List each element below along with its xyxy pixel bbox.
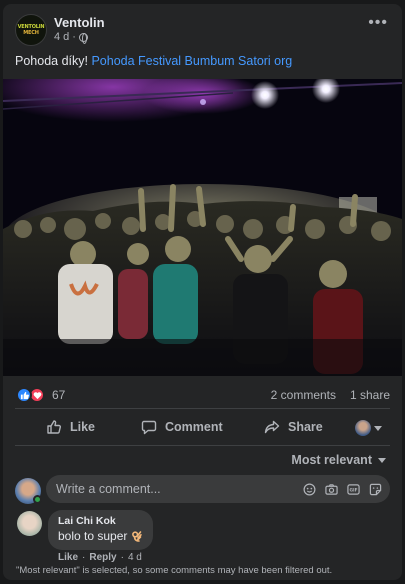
composer-icons: GIF bbox=[302, 482, 382, 496]
tagged-pages-link[interactable]: Pohoda Festival Bumbum Satori org bbox=[91, 54, 292, 68]
divider bbox=[15, 445, 390, 446]
like-label: Like bbox=[70, 420, 96, 434]
gif-icon[interactable]: GIF bbox=[346, 482, 360, 496]
chevron-down-icon bbox=[378, 457, 386, 463]
audience-selector[interactable] bbox=[355, 420, 382, 436]
share-icon bbox=[264, 420, 280, 434]
post-actions: Like Comment Share bbox=[3, 414, 402, 444]
post-card: VENTOLIN MECH Ventolin 4 d · ••• Pohoda … bbox=[3, 4, 402, 580]
concert-crowd-photo bbox=[3, 79, 402, 376]
ok-hand-emoji-icon bbox=[132, 531, 143, 542]
meta-separator: · bbox=[72, 31, 76, 43]
reaction-count[interactable]: 67 bbox=[52, 388, 65, 402]
post-header: VENTOLIN MECH Ventolin 4 d · ••• bbox=[3, 4, 402, 49]
comment-composer: GIF bbox=[46, 475, 390, 503]
comment-button[interactable]: Comment bbox=[141, 419, 223, 435]
shares-count[interactable]: 1 share bbox=[350, 388, 390, 402]
globe-icon bbox=[78, 32, 88, 44]
post-photo[interactable] bbox=[3, 79, 402, 376]
comment-text: bolo to super bbox=[58, 529, 143, 543]
comment-separator: · bbox=[120, 552, 124, 563]
sticker-icon[interactable] bbox=[368, 482, 382, 496]
post-message: Pohoda díky! bbox=[15, 54, 88, 68]
camera-icon[interactable] bbox=[324, 482, 338, 496]
post-time[interactable]: 4 d bbox=[54, 31, 69, 43]
comment-actions: Like · Reply · 4 d bbox=[58, 552, 142, 563]
more-horizontal-icon[interactable]: ••• bbox=[368, 15, 388, 31]
comment-label: Comment bbox=[165, 420, 223, 434]
comment-message: bolo to super bbox=[58, 529, 128, 543]
like-reaction-icon bbox=[16, 387, 32, 403]
emoji-icon[interactable] bbox=[302, 482, 316, 496]
reaction-icons[interactable] bbox=[16, 387, 46, 403]
comments-count[interactable]: 2 comments bbox=[271, 388, 336, 402]
comment-sort-label: Most relevant bbox=[291, 453, 372, 467]
post-meta: 4 d · bbox=[54, 31, 88, 44]
comment-like-button[interactable]: Like bbox=[58, 552, 78, 563]
chevron-down-icon bbox=[374, 425, 382, 431]
post-text: Pohoda díky! Pohoda Festival Bumbum Sato… bbox=[15, 54, 292, 68]
avatar-text-line2: MECH bbox=[23, 30, 39, 36]
comment-reply-button[interactable]: Reply bbox=[89, 552, 116, 563]
svg-text:GIF: GIF bbox=[349, 487, 357, 493]
page-avatar[interactable]: VENTOLIN MECH bbox=[15, 14, 47, 46]
divider bbox=[15, 408, 390, 409]
avatar bbox=[355, 420, 371, 436]
comment-author[interactable]: Lai Chi Kok bbox=[58, 515, 143, 527]
post-author[interactable]: Ventolin bbox=[54, 15, 105, 30]
like-button[interactable]: Like bbox=[46, 419, 95, 435]
comment-separator: · bbox=[82, 552, 86, 563]
reactions-bar: 67 2 comments 1 share bbox=[3, 384, 402, 406]
comment-time[interactable]: 4 d bbox=[128, 552, 142, 563]
comment-bubble: Lai Chi Kok bolo to super bbox=[48, 510, 154, 550]
avatar[interactable] bbox=[17, 511, 42, 536]
share-button[interactable]: Share bbox=[264, 419, 323, 435]
online-status-icon bbox=[33, 495, 42, 504]
comment-icon bbox=[141, 420, 157, 435]
comment-input[interactable] bbox=[56, 480, 286, 498]
comment-sort-dropdown[interactable]: Most relevant bbox=[291, 453, 386, 467]
filter-notice: "Most relevant" is selected, so some com… bbox=[16, 565, 333, 576]
share-label: Share bbox=[288, 420, 323, 434]
thumbs-up-icon bbox=[47, 420, 62, 434]
